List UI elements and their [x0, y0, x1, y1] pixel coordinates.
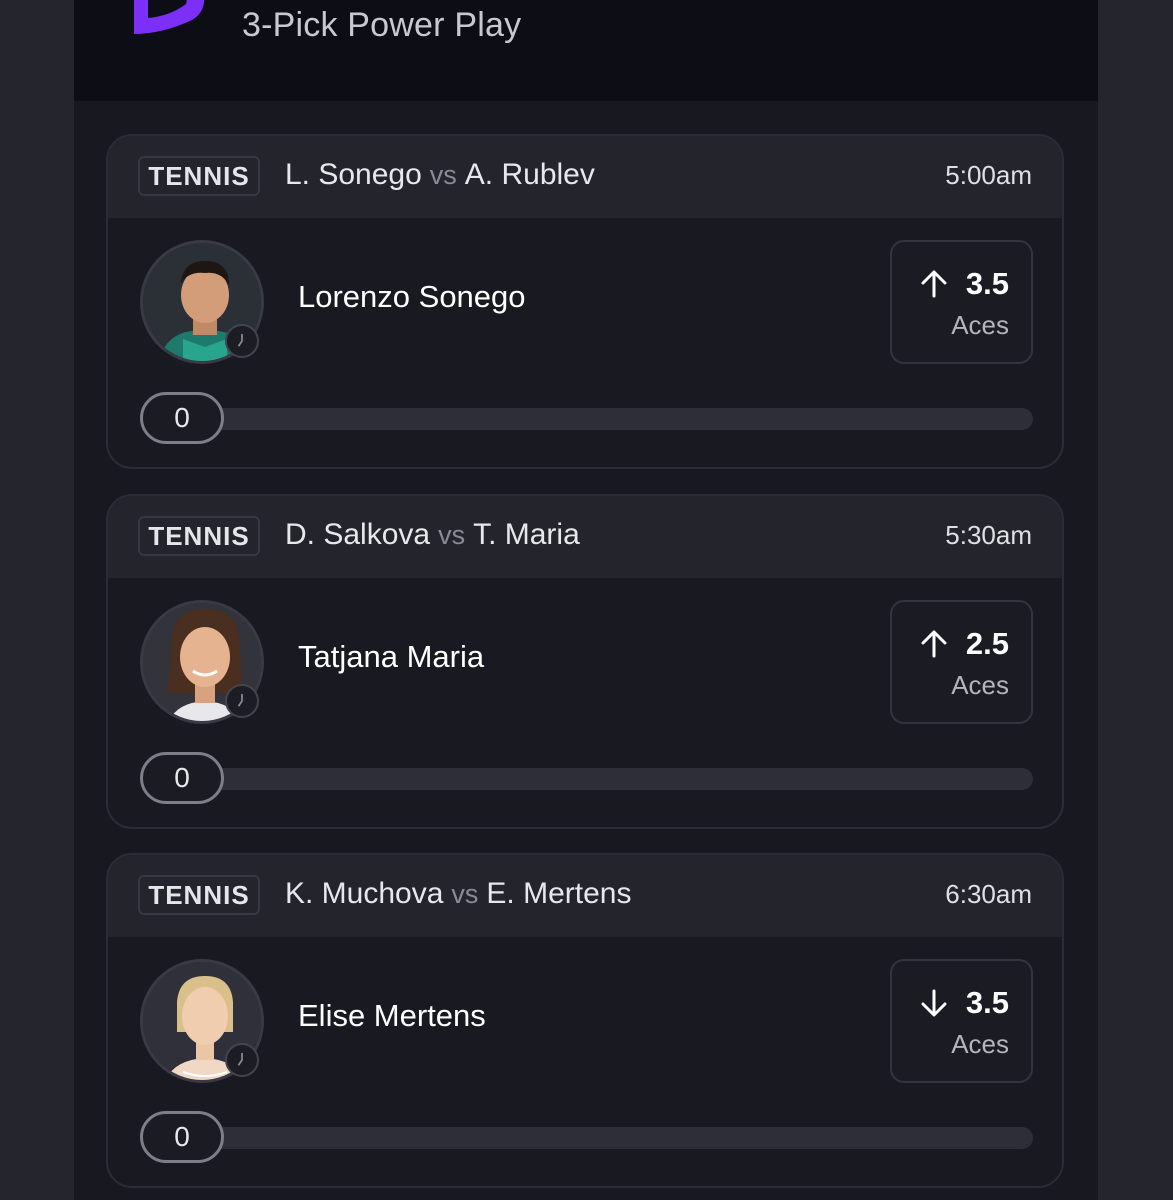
match-time: 6:30am — [945, 879, 1032, 909]
pick-line: 3.5 — [965, 985, 1009, 1020]
vs-label: vs — [451, 879, 479, 909]
home-player: D. Salkova — [285, 518, 431, 551]
left-backdrop — [0, 0, 74, 1200]
pick-line: 3.5 — [965, 266, 1009, 301]
matchup: D. Salkova vs T. Maria — [285, 518, 580, 552]
home-player: K. Muchova — [285, 877, 444, 910]
progress-value: 0 — [140, 392, 224, 444]
pick-card[interactable]: TENNIS L. Sonego vs A. Rublev 5:00am Loren… — [106, 134, 1064, 469]
player-name: Tatjana Maria — [298, 639, 485, 674]
clock-icon — [225, 684, 259, 718]
away-player: T. Maria — [473, 518, 580, 551]
app-logo-icon — [134, 0, 205, 34]
vs-label: vs — [429, 160, 457, 190]
pick-card[interactable]: TENNIS K. Muchova vs E. Mertens 6:30am Eli… — [106, 853, 1064, 1188]
pick-stat: Aces — [951, 670, 1009, 700]
progress-value: 0 — [140, 1111, 224, 1163]
progress-value: 0 — [140, 752, 224, 804]
right-backdrop — [1098, 0, 1173, 1200]
away-player: A. Rublev — [464, 158, 595, 191]
pick-selection[interactable]: 2.5 Aces — [890, 600, 1033, 724]
clock-icon — [225, 1043, 259, 1077]
sport-tag: TENNIS — [138, 875, 260, 915]
pick-card[interactable]: TENNIS D. Salkova vs T. Maria 5:30am Tatja… — [106, 494, 1064, 829]
progress-bar — [188, 768, 1033, 790]
arrow-up-icon — [921, 630, 947, 658]
player-name: Elise Mertens — [298, 998, 486, 1033]
clock-icon — [225, 324, 259, 358]
vs-label: vs — [438, 520, 466, 550]
progress-bar — [188, 408, 1033, 430]
pick-stat: Aces — [951, 1029, 1009, 1059]
pick-selection[interactable]: 3.5 Aces — [890, 959, 1033, 1083]
match-time: 5:30am — [945, 520, 1032, 550]
away-player: E. Mertens — [486, 877, 632, 910]
pick-selection[interactable]: 3.5 Aces — [890, 240, 1033, 364]
pick-line: 2.5 — [965, 626, 1009, 661]
pick-stat: Aces — [951, 310, 1009, 340]
match-header: TENNIS K. Muchova vs E. Mertens 6:30am — [108, 855, 1062, 937]
sport-tag: TENNIS — [138, 516, 260, 556]
arrow-up-icon — [921, 270, 947, 298]
matchup: L. Sonego vs A. Rublev — [285, 158, 595, 192]
arrow-down-icon — [921, 989, 947, 1017]
lineup-header: 3-Pick Power Play — [74, 0, 1098, 101]
page-title: 3-Pick Power Play — [242, 6, 522, 44]
match-header: TENNIS D. Salkova vs T. Maria 5:30am — [108, 496, 1062, 578]
match-header: TENNIS L. Sonego vs A. Rublev 5:00am — [108, 136, 1062, 218]
player-name: Lorenzo Sonego — [298, 279, 526, 314]
matchup: K. Muchova vs E. Mertens — [285, 877, 631, 911]
lineup-panel: 3-Pick Power Play TENNIS L. Sonego vs A. R… — [74, 0, 1098, 1200]
home-player: L. Sonego — [285, 158, 422, 191]
match-time: 5:00am — [945, 160, 1032, 190]
progress-bar — [188, 1127, 1033, 1149]
sport-tag: TENNIS — [138, 156, 260, 196]
